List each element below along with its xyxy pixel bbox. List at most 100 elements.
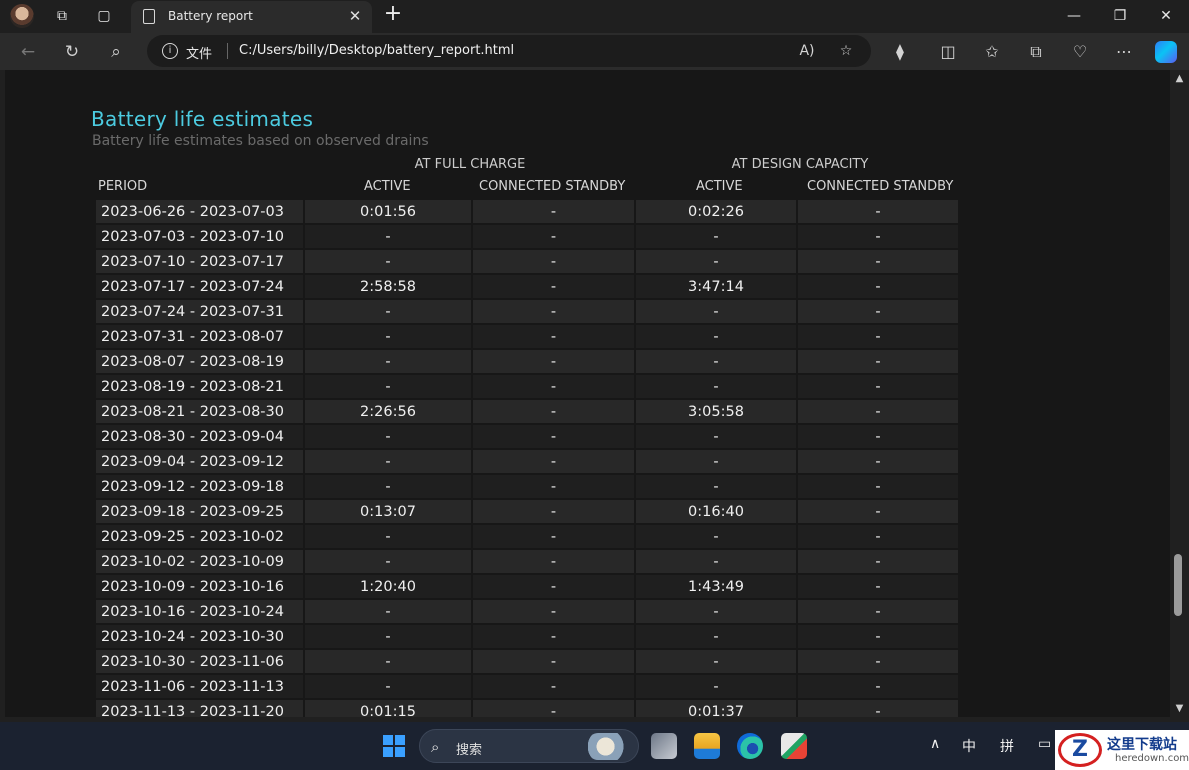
workspaces-icon[interactable]: ⧉ [52,6,72,26]
period-cell: 2023-09-25 - 2023-10-02 [96,525,303,548]
table-row: 2023-10-30 - 2023-11-06- - - - [96,650,958,673]
active-design-cell: 0:16:40 [636,500,796,523]
active-design-cell: - [636,425,796,448]
period-cell: 2023-08-30 - 2023-09-04 [96,425,303,448]
star-icon[interactable]: ☆ [837,42,855,60]
edge-browser-icon[interactable] [737,733,763,759]
tab-battery-report[interactable]: Battery report ✕ [131,1,372,33]
period-cell: 2023-07-10 - 2023-07-17 [96,250,303,273]
active-design-cell: - [636,325,796,348]
minimize-button[interactable]: — [1051,0,1097,33]
section-subtitle: Battery life estimates based on observed… [92,133,429,149]
task-view-icon[interactable] [651,733,677,759]
table-row: 2023-09-25 - 2023-10-02- - - - [96,525,958,548]
active-full-cell: - [305,325,471,348]
period-cell: 2023-08-19 - 2023-08-21 [96,375,303,398]
back-button[interactable]: ← [16,40,40,64]
scroll-down-icon[interactable]: ▼ [1174,703,1185,714]
start-button[interactable] [383,735,405,757]
period-cell: 2023-09-18 - 2023-09-25 [96,500,303,523]
active-full-cell: 0:13:07 [305,500,471,523]
puzzle-icon[interactable]: ⧫ [889,41,911,63]
watermark-logo: Z 这里下载站 heredown.com [1055,730,1189,770]
taskbar: ⌕ 搜索 ∧ 中 拼 ▭ [0,722,1189,770]
scroll-up-icon[interactable]: ▲ [1174,73,1185,84]
file-explorer-icon[interactable] [694,733,720,759]
period-cell: 2023-07-17 - 2023-07-24 [96,275,303,298]
standby-design-cell: - [798,575,958,598]
active-full-cell: 2:58:58 [305,275,471,298]
windows-logo-tile [395,735,405,745]
split-screen-icon[interactable]: ◫ [937,41,959,63]
address-protocol-label: 文件 [186,47,213,62]
active-full-cell: 0:01:56 [305,200,471,223]
more-icon[interactable]: ⋯ [1113,41,1135,63]
period-cell: 2023-07-03 - 2023-07-10 [96,225,303,248]
active-full-cell: - [305,475,471,498]
refresh-button[interactable]: ↻ [60,40,84,64]
tab-actions-icon[interactable]: ▢ [94,6,114,26]
close-window-button[interactable]: ✕ [1143,0,1189,33]
read-aloud-icon[interactable]: A) [798,42,816,60]
page-icon [143,9,155,24]
address-separator [227,43,228,59]
standby-design-cell: - [798,500,958,523]
active-design-cell: - [636,250,796,273]
active-full-cell: - [305,350,471,373]
standby-full-cell: - [473,675,634,698]
copilot-icon[interactable] [1155,41,1177,63]
new-tab-button[interactable]: + [382,3,404,26]
standby-full-cell: - [473,475,634,498]
ime-language-indicator[interactable]: 中 [962,736,976,756]
vertical-scrollbar[interactable]: ▲ ▼ [1170,70,1189,717]
scroll-thumb[interactable] [1174,554,1182,616]
table-row: 2023-09-18 - 2023-09-25 0:13:07-0:16:40- [96,500,958,523]
period-cell: 2023-06-26 - 2023-07-03 [96,200,303,223]
standby-design-cell: - [798,425,958,448]
search-icon: ⌕ [431,738,440,756]
active-design-cell: 3:47:14 [636,275,796,298]
active-design-cell: 3:05:58 [636,400,796,423]
column-header-active-design: ACTIVE [696,179,743,194]
collections-icon[interactable]: ⧉ [1025,41,1047,63]
active-full-cell: 1:20:40 [305,575,471,598]
heart-pulse-icon[interactable]: ♡ [1069,41,1091,63]
restore-button[interactable]: ❐ [1097,0,1143,33]
ime-mode-indicator[interactable]: 拼 [1000,736,1014,756]
search-highlight-image [588,733,632,760]
standby-design-cell: - [798,275,958,298]
table-row: 2023-07-03 - 2023-07-10- - - - [96,225,958,248]
section-title: Battery life estimates [91,107,314,131]
table-row: 2023-10-09 - 2023-10-16 1:20:40-1:43:49- [96,575,958,598]
standby-design-cell: - [798,250,958,273]
standby-full-cell: - [473,550,634,573]
period-cell: 2023-10-30 - 2023-11-06 [96,650,303,673]
profile-avatar[interactable] [10,4,34,28]
active-full-cell: - [305,375,471,398]
favorites-icon[interactable]: ✩ [981,41,1003,63]
standby-full-cell: - [473,375,634,398]
network-icon[interactable]: ▭ [1038,736,1051,752]
active-design-cell: - [636,375,796,398]
store-icon[interactable] [781,733,807,759]
active-design-cell: - [636,625,796,648]
taskbar-search-box[interactable]: ⌕ 搜索 [419,729,639,763]
address-bar[interactable]: i 文件 C:/Users/billy/Desktop/battery_repo… [147,35,871,67]
standby-full-cell: - [473,625,634,648]
standby-design-cell: - [798,375,958,398]
standby-full-cell: - [473,400,634,423]
active-design-cell: 1:43:49 [636,575,796,598]
active-design-cell: 0:01:37 [636,700,796,717]
standby-design-cell: - [798,525,958,548]
info-icon[interactable]: i [162,43,178,59]
chevron-up-icon[interactable]: ∧ [930,736,940,752]
standby-design-cell: - [798,625,958,648]
period-cell: 2023-10-16 - 2023-10-24 [96,600,303,623]
address-url[interactable]: C:/Users/billy/Desktop/battery_report.ht… [239,43,514,58]
watermark-subtitle: heredown.com [1115,753,1189,764]
active-design-cell: - [636,650,796,673]
standby-full-cell: - [473,600,634,623]
table-row: 2023-10-24 - 2023-10-30- - - - [96,625,958,648]
search-button[interactable]: ⌕ [104,40,128,64]
close-tab-icon[interactable]: ✕ [346,7,364,25]
